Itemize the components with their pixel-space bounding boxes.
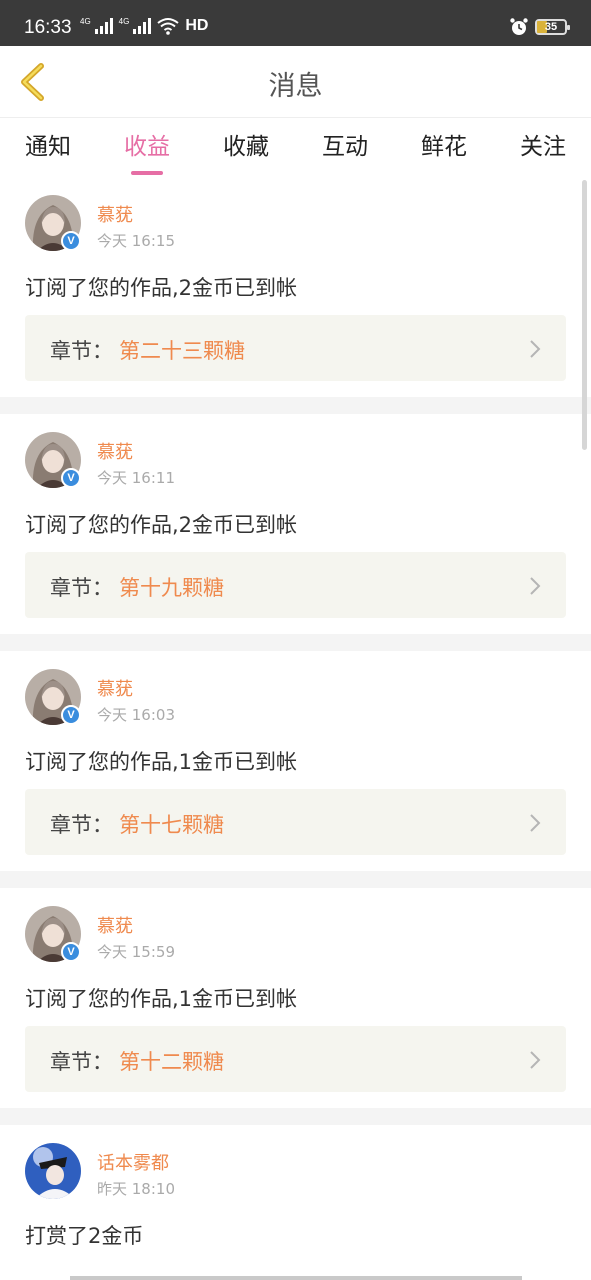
earnings-feed: V 慕莸 今天 16:15 订阅了您的作品,2金币已到帐 章节： 第二十三颗糖 … — [0, 177, 591, 1265]
tab-favorites[interactable]: 收藏 — [206, 127, 286, 161]
tab-label: 收藏 — [223, 134, 269, 160]
chapter-title: 第十七颗糖 — [119, 813, 224, 837]
chapter-link[interactable]: 章节： 第十九颗糖 — [25, 552, 566, 618]
chapter-title: 第十二颗糖 — [119, 1050, 224, 1074]
signal-icon: 4G — [119, 18, 152, 34]
status-right: 35 — [509, 17, 570, 37]
message-text: 订阅了您的作品,1金币已到帐 — [25, 987, 298, 1011]
timestamp: 昨天 18:10 — [97, 1180, 175, 1198]
battery-level: 35 — [544, 21, 558, 33]
tab-label: 鲜花 — [421, 134, 467, 160]
status-bar: 16:33 4G 4G HD 35 — [0, 0, 591, 46]
tab-follow[interactable]: 关注 — [503, 127, 583, 161]
message-tabs: 通知 收益 收藏 互动 鲜花 关注 — [0, 119, 591, 177]
signal-tag: 4G — [80, 17, 91, 26]
divider — [0, 634, 591, 651]
tab-label: 收益 — [124, 134, 170, 160]
user-name[interactable]: 慕莸 — [97, 201, 133, 227]
tab-label: 互动 — [322, 134, 368, 160]
timestamp: 今天 16:03 — [97, 706, 175, 724]
chapter-label: 章节： — [50, 339, 113, 363]
user-name[interactable]: 慕莸 — [97, 438, 133, 464]
wifi-icon — [157, 18, 179, 35]
chapter-link[interactable]: 章节： 第二十三颗糖 — [25, 315, 566, 381]
timestamp: 今天 15:59 — [97, 943, 175, 961]
divider — [0, 871, 591, 888]
status-time: 16:33 — [24, 17, 72, 38]
user-name[interactable]: 慕莸 — [97, 675, 133, 701]
list-item: 话本雾都 昨天 18:10 打赏了2金币 — [0, 1125, 591, 1265]
verified-badge: V — [61, 231, 81, 251]
signal-tag: 4G — [118, 17, 130, 26]
message-text: 订阅了您的作品,2金币已到帐 — [25, 276, 298, 300]
tab-notice[interactable]: 通知 — [8, 127, 88, 161]
active-tab-indicator — [131, 171, 163, 175]
divider — [0, 397, 591, 414]
verified-badge: V — [61, 942, 81, 962]
tab-earnings[interactable]: 收益 — [107, 127, 187, 175]
chapter-title: 第二十三颗糖 — [119, 339, 245, 363]
verified-badge: V — [61, 705, 81, 725]
page-title: 消息 — [268, 71, 323, 102]
user-name[interactable]: 慕莸 — [97, 912, 133, 938]
timestamp: 今天 16:15 — [97, 232, 175, 250]
user-name[interactable]: 话本雾都 — [97, 1149, 169, 1175]
scrollbar[interactable] — [582, 180, 587, 450]
chapter-link[interactable]: 章节： 第十二颗糖 — [25, 1026, 566, 1092]
tab-label: 关注 — [520, 134, 566, 160]
chevron-right-icon — [530, 577, 541, 595]
avatar[interactable] — [25, 1143, 81, 1199]
network-indicators: 4G 4G HD — [80, 17, 208, 35]
message-text: 订阅了您的作品,2金币已到帐 — [25, 513, 298, 537]
chapter-link[interactable]: 章节： 第十七颗糖 — [25, 789, 566, 855]
list-item: V 慕莸 今天 16:11 订阅了您的作品,2金币已到帐 章节： 第十九颗糖 — [0, 414, 591, 634]
chapter-label: 章节： — [50, 576, 113, 600]
chapter-title: 第十九颗糖 — [119, 576, 224, 600]
app-header: 消息 — [0, 46, 591, 118]
chapter-label: 章节： — [50, 1050, 113, 1074]
message-text: 订阅了您的作品,1金币已到帐 — [25, 750, 298, 774]
tab-flowers[interactable]: 鲜花 — [404, 127, 484, 161]
list-item: V 慕莸 今天 15:59 订阅了您的作品,1金币已到帐 章节： 第十二颗糖 — [0, 888, 591, 1108]
hd-label: HD — [185, 17, 209, 34]
bottom-edge-bar — [70, 1276, 522, 1280]
battery-icon: 35 — [535, 19, 570, 35]
signal-icon: 4G — [80, 18, 113, 34]
chevron-right-icon — [530, 814, 541, 832]
list-item: V 慕莸 今天 16:03 订阅了您的作品,1金币已到帐 章节： 第十七颗糖 — [0, 651, 591, 871]
divider — [0, 1108, 591, 1125]
timestamp: 今天 16:11 — [97, 469, 175, 487]
tab-interaction[interactable]: 互动 — [305, 127, 385, 161]
tab-label: 通知 — [25, 134, 71, 160]
alarm-icon — [510, 18, 528, 35]
verified-badge: V — [61, 468, 81, 488]
chevron-right-icon — [530, 1051, 541, 1069]
chevron-right-icon — [530, 340, 541, 358]
message-text: 打赏了2金币 — [25, 1224, 144, 1248]
chapter-label: 章节： — [50, 813, 113, 837]
list-item: V 慕莸 今天 16:15 订阅了您的作品,2金币已到帐 章节： 第二十三颗糖 — [0, 177, 591, 397]
